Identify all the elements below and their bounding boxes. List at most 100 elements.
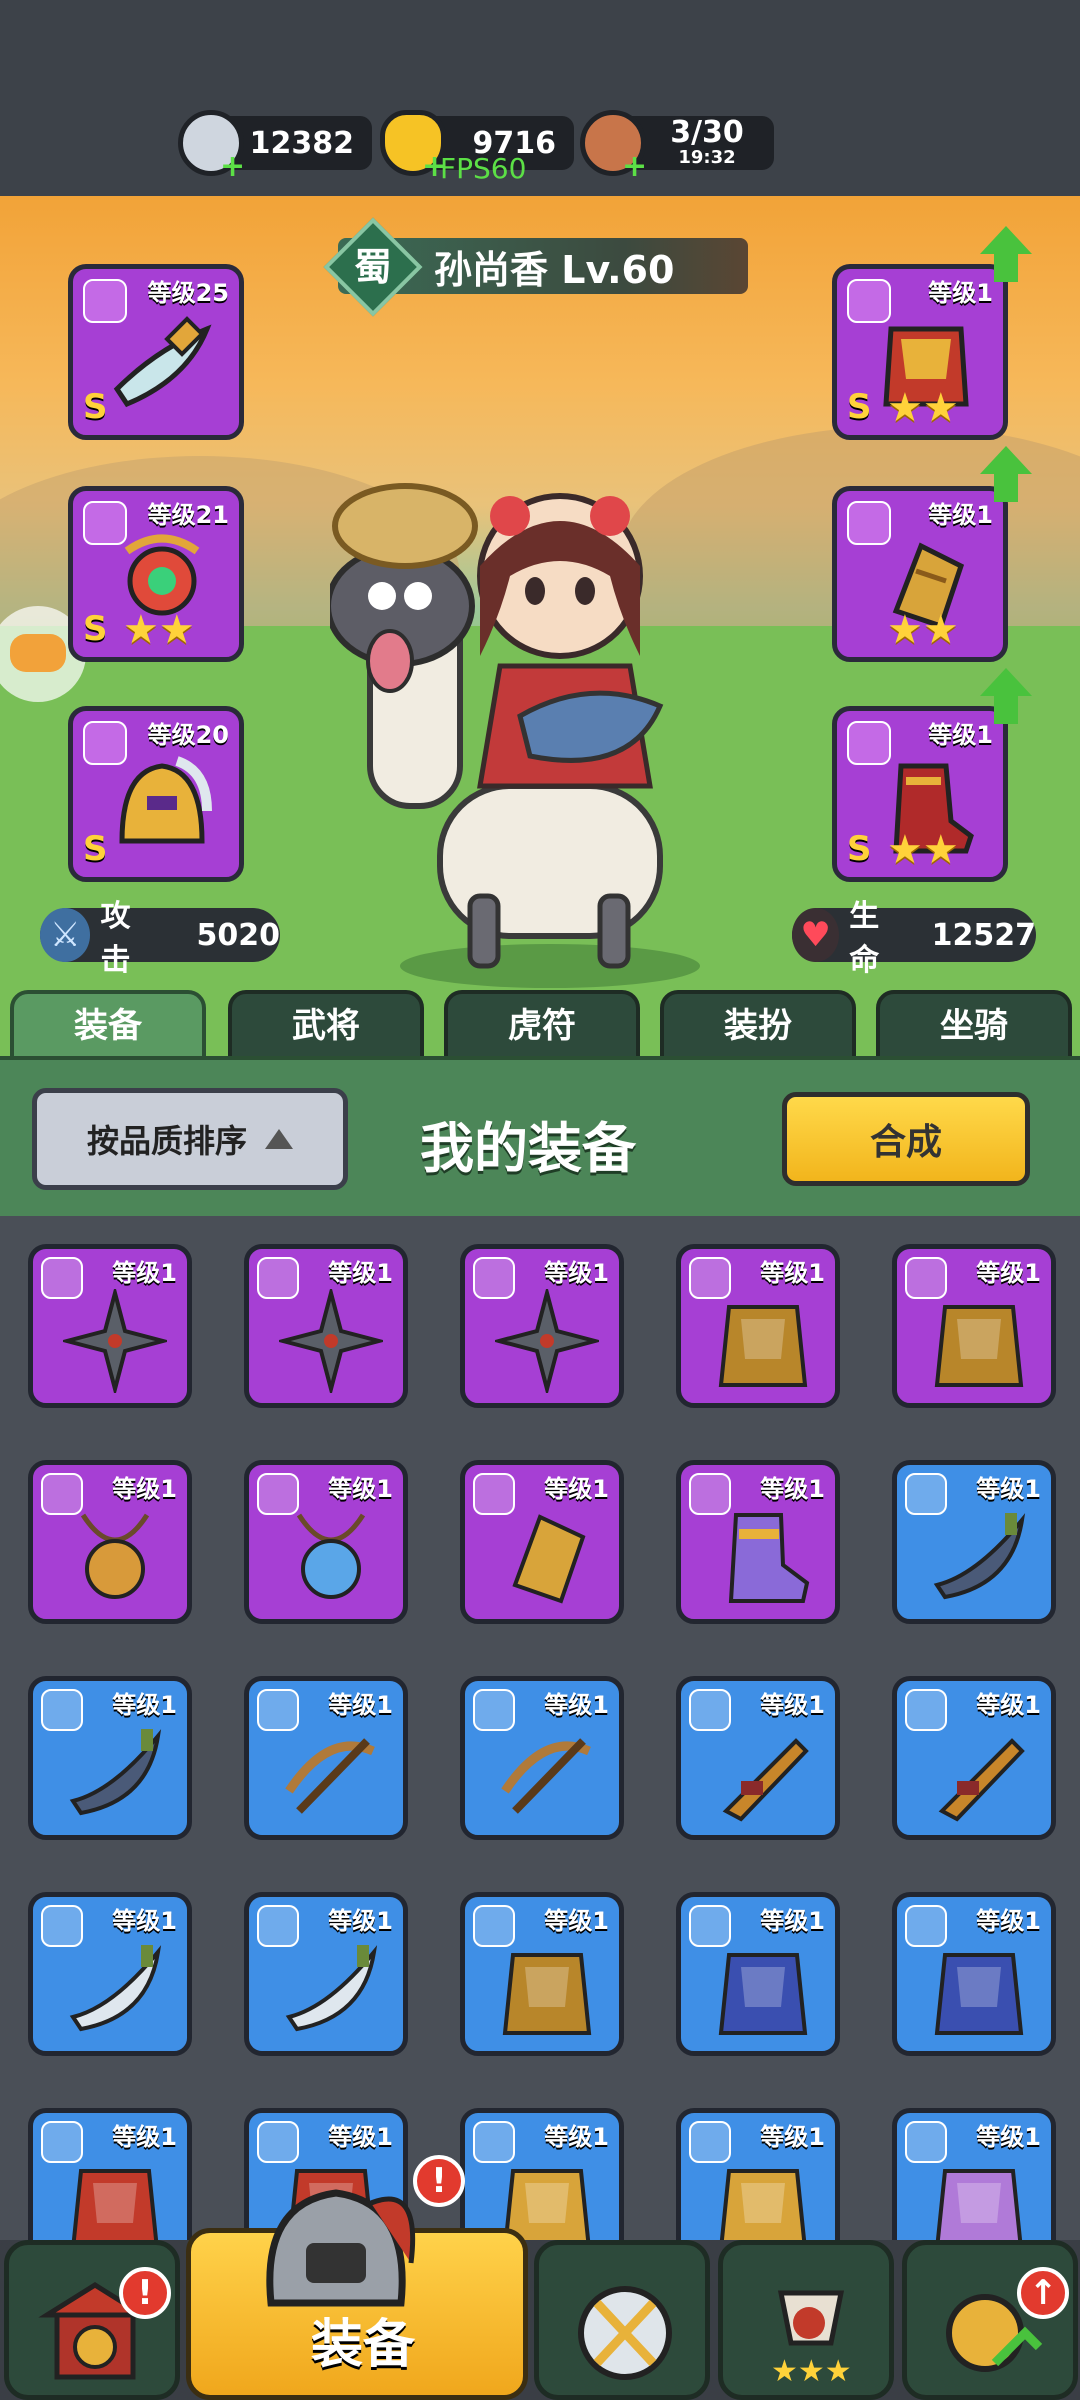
item-level: 等级1 — [760, 1907, 825, 1935]
hp-label: 生命 — [849, 899, 880, 978]
equipment-panel-header: 按品质排序 我的装备 合成 — [0, 1056, 1080, 1216]
equip-slot-helmet[interactable]: 等级20 S — [68, 706, 244, 882]
tab-generals[interactable]: 武将 — [228, 990, 424, 1060]
inventory-item[interactable]: 等级1 — [676, 1892, 840, 2056]
inventory-item[interactable]: 等级1 — [28, 1676, 192, 1840]
inventory-item[interactable]: 等级1 — [892, 1892, 1056, 2056]
tab-costume[interactable]: 装扮 — [660, 990, 856, 1060]
bronze-armor-icon — [502, 1953, 592, 2035]
heart-icon: ♥ — [792, 908, 840, 962]
stamina-value: 3/30 — [670, 115, 744, 150]
equip-slot-accessory[interactable]: 等级21 S ★★ — [68, 486, 244, 662]
faction-label: 蜀 — [353, 245, 392, 289]
inventory-item[interactable]: 等级1 — [28, 1460, 192, 1624]
silver-plus-icon[interactable]: + — [220, 149, 245, 184]
item-level: 等级1 — [976, 1691, 1041, 1719]
attack-value: 5020 — [196, 917, 281, 953]
inventory-item[interactable]: 等级1 — [892, 1460, 1056, 1624]
inventory-item[interactable]: 等级1 — [676, 1244, 840, 1408]
slot-level: 等级20 — [147, 721, 229, 749]
inventory-item[interactable]: 等级1 — [676, 1676, 840, 1840]
item-level: 等级1 — [328, 2123, 393, 2151]
bottom-nav: ! ! 装备 ★★★ ↑ — [0, 2155, 1080, 2400]
star-rating: ★★ — [887, 827, 959, 873]
stamina-counter[interactable]: 3/30 19:32 + — [580, 110, 774, 184]
hp-stat: ♥ 生命 12527 — [792, 899, 1036, 978]
bracer-icon — [512, 1514, 586, 1604]
inventory-item[interactable]: 等级1 — [460, 1244, 624, 1408]
inventory-item[interactable]: 等级1 — [460, 1460, 624, 1624]
inventory-item[interactable]: 等级1 — [460, 1676, 624, 1840]
item-level: 等级1 — [544, 1907, 609, 1935]
grade-label: S — [83, 387, 108, 427]
inventory-item[interactable]: 等级1 — [244, 1676, 408, 1840]
trophy-stars-icon: ★★★ — [771, 2290, 852, 2389]
item-level: 等级1 — [112, 2123, 177, 2151]
inventory-item[interactable]: 等级1 — [244, 1892, 408, 2056]
equip-slot-weapon[interactable]: 等级25 S — [68, 264, 244, 440]
item-level: 等级1 — [976, 1259, 1041, 1287]
glaive-icon — [285, 1945, 378, 2032]
item-level: 等级1 — [760, 2123, 825, 2151]
boots-icon — [728, 1513, 810, 1603]
panel-title: 我的装备 — [420, 1117, 636, 1180]
upgrade-badge-icon: ↑ — [1017, 2267, 1069, 2319]
musket-icon — [938, 1738, 1025, 1822]
equip-slot-boots[interactable]: 等级1 S ★★ — [832, 706, 1008, 882]
inventory-item[interactable]: 等级1 — [460, 1892, 624, 2056]
blade-icon — [933, 1513, 1026, 1600]
inventory-item[interactable]: 等级1 — [892, 1244, 1056, 1408]
nav-battle-button[interactable] — [534, 2240, 710, 2400]
silver-counter[interactable]: 12382 + — [178, 110, 372, 184]
attack-stat: ⚔ 攻击 5020 — [40, 899, 281, 978]
nav-rank-button[interactable]: ★★★ — [718, 2240, 894, 2400]
upgrade-arrow-icon — [980, 226, 1032, 282]
stamina-plus-icon[interactable]: + — [622, 149, 647, 184]
inventory-item[interactable]: 等级1 — [676, 2108, 840, 2246]
crossbow-icon — [501, 1738, 591, 1814]
inventory-item[interactable]: 等级1 — [28, 1244, 192, 1408]
nav-equipment-button[interactable]: ! 装备 — [186, 2155, 528, 2400]
attack-label: 攻击 — [100, 899, 131, 978]
nav-equipment-label: 装备 — [311, 2315, 416, 2375]
golden-helmet-icon — [718, 1305, 808, 1387]
gamepad-icon — [10, 634, 66, 672]
hero-tabs: 装备 武将 虎符 装扮 坐骑 — [0, 990, 1080, 1060]
star-rating: ★★ — [887, 385, 959, 431]
tab-tiger-tally[interactable]: 虎符 — [444, 990, 640, 1060]
inventory-item[interactable]: 等级1 — [28, 2108, 192, 2246]
tab-mount[interactable]: 坐骑 — [876, 990, 1072, 1060]
sort-by-quality-button[interactable]: 按品质排序 — [32, 1088, 348, 1190]
item-level: 等级1 — [544, 1259, 609, 1287]
nav-upgrade-button[interactable]: ↑ — [902, 2240, 1078, 2400]
inventory-item[interactable]: 等级1 — [244, 1244, 408, 1408]
stamina-timer: 19:32 — [678, 147, 736, 168]
inventory-item[interactable]: 等级1 — [676, 1460, 840, 1624]
inventory-item[interactable]: 等级1 — [460, 2108, 624, 2246]
tab-equipment[interactable]: 装备 — [10, 990, 206, 1060]
shuriken-icon — [495, 1289, 599, 1393]
merge-button[interactable]: 合成 — [782, 1092, 1030, 1186]
equip-slot-bracer[interactable]: 等级1 ★★ — [832, 486, 1008, 662]
inventory-item[interactable]: 等级1 — [892, 1676, 1056, 1840]
equip-slot-armor[interactable]: 等级1 S ★★ — [832, 264, 1008, 440]
inventory-grid: 等级1 等级1 等级1 等级1 等级1 等级1 等级1 等级1 等级1 等级1 等级1 等级1 等级1 等… — [0, 1216, 1080, 2246]
crossbow-icon — [285, 1738, 375, 1814]
inventory-item[interactable]: 等级1 — [244, 1460, 408, 1624]
inventory-item[interactable]: 等级1 — [28, 1892, 192, 2056]
top-bar: 12382 + 9716 + 3/30 19:32 + FPS60 — [0, 0, 1080, 196]
upgrade-arrow-icon — [980, 446, 1032, 502]
inventory-item[interactable]: 等级1 — [892, 2108, 1056, 2246]
shuriken-icon — [63, 1289, 167, 1393]
item-level: 等级1 — [544, 2123, 609, 2151]
shield-swords-icon — [578, 2286, 672, 2380]
purple-armor-icon — [935, 2169, 1023, 2246]
item-level: 等级1 — [544, 1691, 609, 1719]
slot-level: 等级21 — [147, 501, 229, 529]
nav-city-button[interactable]: ! — [4, 2240, 180, 2400]
item-level: 等级1 — [760, 1691, 825, 1719]
item-level: 等级1 — [112, 1475, 177, 1503]
svg-text:★★★: ★★★ — [771, 2354, 852, 2389]
grade-label: S — [83, 609, 108, 649]
item-level: 等级1 — [328, 1475, 393, 1503]
